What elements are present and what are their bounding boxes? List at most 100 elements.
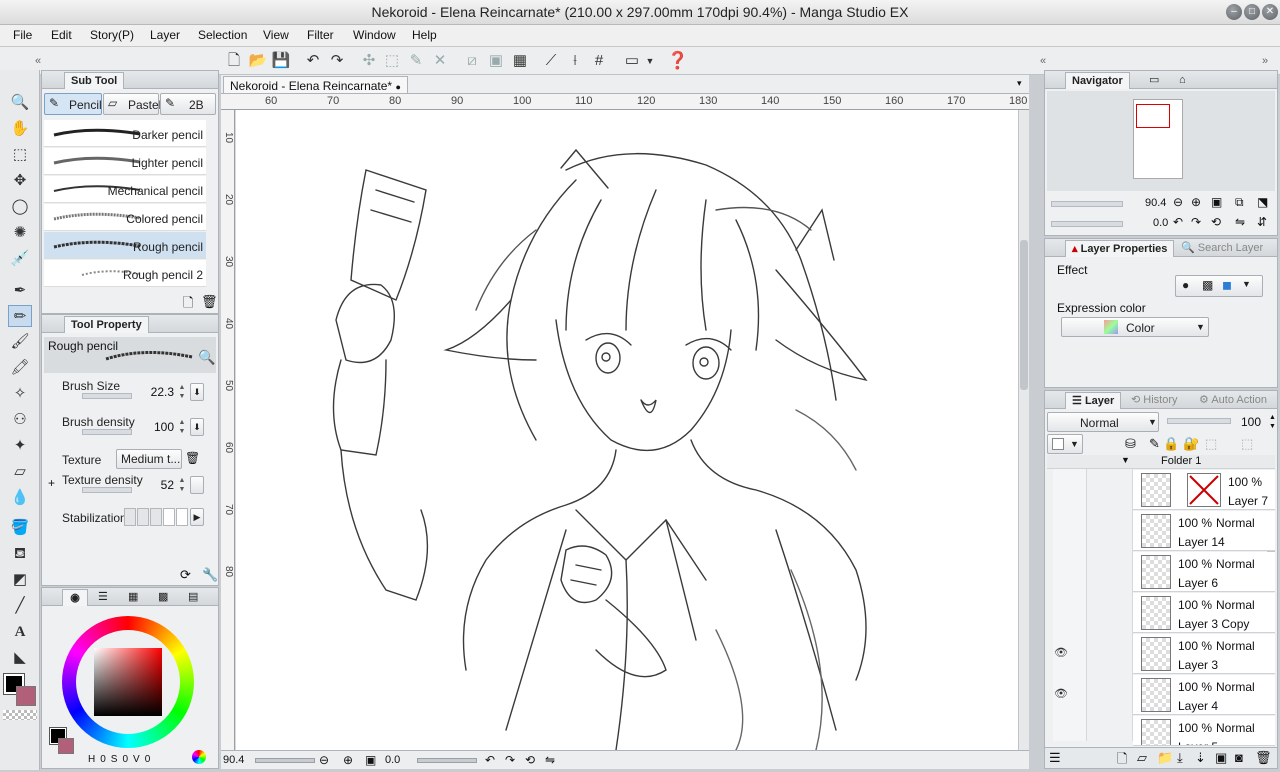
sub-color-mini[interactable] xyxy=(58,738,74,754)
eye-icon[interactable]: 👁 xyxy=(1054,646,1068,659)
mask-icon[interactable]: ⬚ xyxy=(1241,436,1253,452)
select-all-icon[interactable]: ▦ xyxy=(510,51,530,71)
save-icon[interactable]: 💾 xyxy=(271,51,291,71)
snap-ruler-icon[interactable]: ⟋ xyxy=(541,51,561,71)
brush-density-slider[interactable] xyxy=(82,429,132,435)
stamp-icon[interactable]: ⚇ xyxy=(8,409,32,431)
sparkle-icon[interactable]: ✦ xyxy=(8,435,32,457)
menu-view[interactable]: View xyxy=(263,28,289,42)
selection-border-icon[interactable]: ▣ xyxy=(486,51,506,71)
reset-rotation-icon[interactable]: ⟲ xyxy=(525,753,535,767)
stabilization-step[interactable] xyxy=(176,508,188,526)
layer-color-icon[interactable]: ◼ xyxy=(1222,278,1232,292)
texture-density-spinner-icon[interactable]: ▲ ▼ xyxy=(176,476,188,494)
menu-layer[interactable]: Layer xyxy=(150,28,180,42)
eye-icon[interactable]: 👁 xyxy=(1054,687,1068,700)
flip-icon[interactable]: ⇋ xyxy=(545,753,555,767)
brush-rough-pencil[interactable]: Rough pencil xyxy=(44,232,206,259)
navigator-rotation-slider[interactable] xyxy=(1051,221,1123,227)
brush-darker-pencil[interactable]: Darker pencil xyxy=(44,120,206,147)
reference-layer-icon[interactable]: ⛁ xyxy=(1125,436,1136,452)
vertical-scroll-thumb[interactable] xyxy=(1020,240,1028,390)
rotate-right-icon[interactable]: ↷ xyxy=(505,753,515,767)
menu-filter[interactable]: Filter xyxy=(307,28,334,42)
brush-density-preset-icon[interactable]: ⬇ xyxy=(190,418,204,436)
navigator-reset-icon[interactable]: ⟲ xyxy=(1211,215,1221,229)
tone-effect-icon[interactable]: ▩ xyxy=(1202,278,1213,292)
hand-icon[interactable]: ✋ xyxy=(8,118,32,140)
opacity-slider[interactable] xyxy=(1167,418,1231,424)
saturation-value-square[interactable] xyxy=(94,648,162,716)
stabilization-step[interactable] xyxy=(137,508,149,526)
navigator-title[interactable]: Navigator xyxy=(1065,72,1130,89)
zoom-in-icon[interactable]: ⊕ xyxy=(343,753,353,767)
auto-action-tab[interactable]: ⚙ Auto Action xyxy=(1193,392,1273,409)
fill-icon[interactable]: 🪣 xyxy=(8,517,32,539)
texture-clear-icon[interactable]: 🗑 xyxy=(185,451,200,465)
pen-icon[interactable]: ✒ xyxy=(8,280,32,302)
approximate-color-tab-icon[interactable]: ▩ xyxy=(152,589,174,606)
expand-plus-icon[interactable]: + xyxy=(48,476,55,490)
undo-icon[interactable]: ↶ xyxy=(303,51,323,71)
minimize-icon[interactable]: – xyxy=(1226,4,1242,20)
clear-icon[interactable]: ✎ xyxy=(406,51,426,71)
navigator-zoom-out-icon[interactable]: ⊖ xyxy=(1173,195,1183,209)
lasso-icon[interactable]: ◯ xyxy=(8,196,32,218)
navigator-zoom-in-icon[interactable]: ⊕ xyxy=(1191,195,1201,209)
folder-row[interactable]: ▼ Folder 1 xyxy=(1047,455,1275,469)
expression-color-select[interactable]: Color ▼ xyxy=(1061,317,1209,337)
trash-icon[interactable]: 🗑 xyxy=(201,294,218,310)
chevron-down-icon[interactable]: ▼ xyxy=(1242,279,1251,289)
move-icon[interactable]: ✥ xyxy=(8,170,32,192)
texture-select[interactable]: Medium t... xyxy=(116,449,182,469)
rotation-slider[interactable] xyxy=(417,758,477,763)
chevron-down-icon[interactable]: ▾ xyxy=(1017,78,1022,89)
brush-icon[interactable]: 🖌 xyxy=(8,331,32,353)
color-mode-icon[interactable] xyxy=(192,750,206,764)
eraser-icon[interactable]: ▱ xyxy=(8,461,32,483)
layer-properties-title[interactable]: ▴ Layer Properties xyxy=(1065,240,1175,257)
transform-icon[interactable]: ✣ xyxy=(359,51,379,71)
navigator-rotation-value[interactable]: 0.0 xyxy=(1153,217,1168,229)
crop-icon[interactable]: ⬚ xyxy=(382,51,402,71)
navigator-zoom-value[interactable]: 90.4 xyxy=(1145,197,1166,209)
invert-selection-icon[interactable]: ⧄ xyxy=(462,51,482,71)
border-effect-icon[interactable]: ● xyxy=(1182,278,1189,292)
collapse-far-right-icon[interactable]: » xyxy=(1255,51,1275,71)
brush-rough-pencil-2[interactable]: Rough pencil 2 xyxy=(44,260,206,287)
menu-story[interactable]: Story(P) xyxy=(90,28,134,42)
zoom-out-icon[interactable]: ⊖ xyxy=(319,753,329,767)
brush-size-value[interactable]: 22.3 xyxy=(144,385,174,399)
transfer-down-icon[interactable]: ⤓ xyxy=(1177,750,1183,766)
navigator-fill-icon[interactable]: ⬔ xyxy=(1257,195,1268,209)
redo-icon[interactable]: ↷ xyxy=(327,51,347,71)
snap-grid-icon[interactable]: # xyxy=(589,51,609,71)
open-folder-icon[interactable]: 📂 xyxy=(248,51,268,71)
collapse-right-icon[interactable]: « xyxy=(1033,51,1053,71)
subtool-tab-pencil[interactable]: ✎ Pencil xyxy=(44,93,102,115)
merge-icon[interactable]: ⇣ xyxy=(1195,750,1206,766)
navigator-rotate-right-icon[interactable]: ↷ xyxy=(1191,215,1201,229)
layer-row[interactable]: 100 % Normal Layer 3 xyxy=(1133,634,1275,674)
item-bank-tab-icon[interactable]: ⌂ xyxy=(1173,72,1192,89)
display-settings-icon[interactable]: ▭ xyxy=(622,51,642,71)
brush-size-slider[interactable] xyxy=(82,393,132,399)
color-history-tab-icon[interactable]: ▤ xyxy=(182,589,204,606)
subtool-tab-2b[interactable]: ✎ 2B xyxy=(160,93,216,115)
navigator-zoom-slider[interactable] xyxy=(1051,201,1123,207)
close-dot-icon[interactable]: ● xyxy=(395,82,400,92)
opacity-spinner-icon[interactable]: ▲ ▼ xyxy=(1269,413,1276,431)
folder-expand-icon[interactable]: ▼ xyxy=(1121,455,1130,465)
airbrush-icon[interactable]: 🖍 xyxy=(8,357,32,379)
menu-window[interactable]: Window xyxy=(353,28,396,42)
layer-row[interactable]: 100 % Normal Layer 6 xyxy=(1133,552,1275,592)
navigator-actual-size-icon[interactable]: ⧉ xyxy=(1235,195,1244,210)
history-tab[interactable]: ⟲ History xyxy=(1125,392,1184,409)
sub-view-tab-icon[interactable]: ▭ xyxy=(1143,72,1165,89)
magnify-icon[interactable]: 🔍 xyxy=(198,349,215,366)
stabilization-arrow-icon[interactable]: ▶ xyxy=(190,508,204,526)
layer-row[interactable]: 100 % Normal Layer 4 xyxy=(1133,675,1275,715)
help-icon[interactable]: ❓ xyxy=(667,51,688,71)
menu-selection[interactable]: Selection xyxy=(198,28,247,42)
fit-screen-icon[interactable]: ▣ xyxy=(365,753,376,767)
